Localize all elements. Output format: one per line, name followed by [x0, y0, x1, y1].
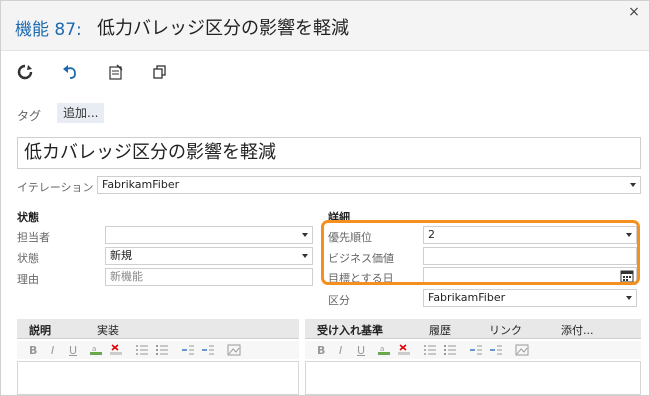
title-field[interactable]: 低カバレッジ区分の影響を軽減 [17, 137, 641, 169]
svg-text:a: a [92, 345, 96, 353]
tab-links[interactable]: リンク [489, 322, 522, 338]
tags-label: タグ [17, 109, 42, 123]
history-icon[interactable] [108, 64, 124, 80]
state-value: 新規 [110, 249, 132, 262]
iteration-select[interactable]: FabrikamFiber [97, 176, 641, 194]
insert-image-icon[interactable] [227, 344, 241, 356]
title-bar: 機能 87: 低力バレッジ区分の影響を軽減 × [1, 1, 649, 51]
clear-format-icon[interactable] [397, 344, 411, 356]
copy-icon[interactable] [152, 64, 168, 80]
reason-select[interactable]: 新機能 [105, 268, 313, 286]
italic-button[interactable]: I [339, 344, 342, 357]
iteration-value: FabrikamFiber [102, 178, 180, 191]
reason-value: 新機能 [110, 270, 143, 283]
undo-icon[interactable] [62, 64, 78, 80]
outdent-icon[interactable] [181, 344, 195, 356]
bold-button[interactable]: B [317, 344, 325, 357]
underline-button[interactable]: U [357, 344, 365, 357]
status-section-heading: 状態 [17, 211, 39, 224]
right-tab-bar: 受け入れ基準 履歴 リンク 添付... [305, 319, 641, 339]
outdent-icon[interactable] [469, 344, 483, 356]
state-label: 状態 [17, 252, 39, 265]
area-select[interactable]: FabrikamFiber [423, 289, 637, 307]
add-tag-button[interactable]: 追加... [57, 103, 105, 123]
clear-format-icon[interactable] [109, 344, 123, 356]
chevron-down-icon [626, 296, 632, 300]
tab-history[interactable]: 履歴 [429, 322, 451, 338]
indent-icon[interactable] [489, 344, 503, 356]
right-editor-toolbar: B I U a [305, 341, 641, 359]
work-item-dialog: 機能 87: 低力バレッジ区分の影響を軽減 × タグ 追加... 低カバレッジ区… [0, 0, 650, 396]
acceptance-criteria-editor[interactable] [305, 361, 641, 395]
iteration-label: イテレーション [17, 181, 94, 194]
tab-implementation[interactable]: 実装 [97, 322, 119, 338]
font-color-icon[interactable]: a [377, 344, 391, 356]
description-editor[interactable] [17, 361, 299, 395]
reason-label: 理由 [17, 273, 39, 286]
chevron-down-icon [302, 254, 308, 258]
chevron-down-icon [302, 233, 308, 237]
numbered-list-icon[interactable] [443, 344, 457, 356]
italic-button[interactable]: I [51, 344, 54, 357]
underline-button[interactable]: U [69, 344, 77, 357]
bulleted-list-icon[interactable] [135, 344, 149, 356]
dialog-title: 低力バレッジ区分の影響を軽減 [97, 18, 349, 39]
left-editor-toolbar: B I U a [17, 341, 299, 359]
indent-icon[interactable] [201, 344, 215, 356]
svg-text:a: a [380, 345, 384, 353]
left-tab-bar: 説明 実装 [17, 319, 299, 339]
toolbar [1, 52, 649, 90]
font-color-icon[interactable]: a [89, 344, 103, 356]
refresh-icon[interactable] [17, 64, 33, 80]
numbered-list-icon[interactable] [155, 344, 169, 356]
bulleted-list-icon[interactable] [423, 344, 437, 356]
area-label: 区分 [328, 294, 350, 307]
work-item-type-label: 機能 87: [15, 20, 82, 40]
area-value: FabrikamFiber [428, 291, 506, 304]
state-select[interactable]: 新規 [105, 247, 313, 265]
close-icon[interactable]: × [627, 5, 641, 19]
bold-button[interactable]: B [29, 344, 37, 357]
tab-acceptance-criteria[interactable]: 受け入れ基準 [317, 322, 383, 338]
tab-description[interactable]: 説明 [29, 322, 51, 338]
insert-image-icon[interactable] [515, 344, 529, 356]
assigned-to-select[interactable] [105, 226, 313, 244]
chevron-down-icon [630, 183, 636, 187]
details-highlight [321, 220, 640, 285]
tab-attachments[interactable]: 添付... [561, 322, 594, 338]
assigned-to-label: 担当者 [17, 231, 50, 244]
